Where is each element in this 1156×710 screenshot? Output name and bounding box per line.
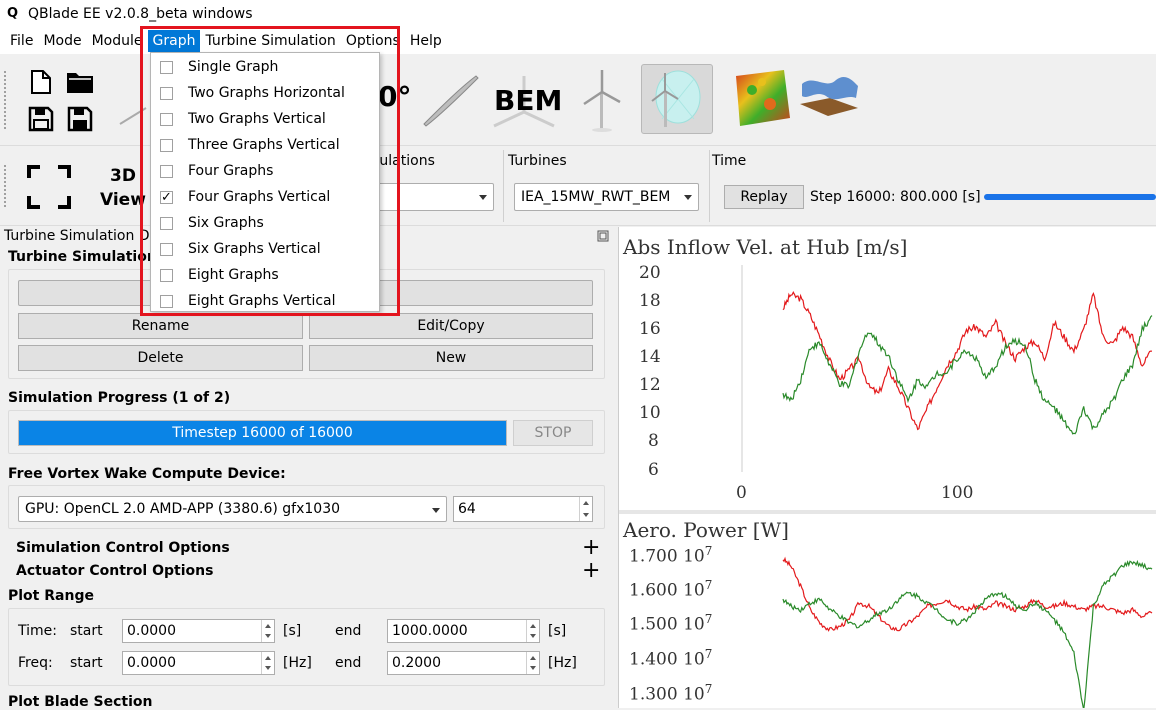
turbine-select-value: IEA_15MW_RWT_BEM [521,189,671,205]
toolbar-divider [709,150,710,222]
bem-turbine-icon[interactable]: BEM [490,72,562,132]
time-range-label: Time: [18,623,57,639]
menu-module[interactable]: Module [87,30,148,52]
time-start-label: start [70,623,103,639]
toolbar2-handle[interactable] [3,164,7,208]
turbine-select[interactable]: IEA_15MW_RWT_BEM [514,183,699,211]
freq-start-input[interactable]: 0.0000 [122,651,275,675]
menu-help[interactable]: Help [405,30,447,52]
device-count-input[interactable]: 64 [453,496,593,522]
spin-updown-icon[interactable] [526,652,539,674]
freq-end-unit: [Hz] [548,655,577,671]
progress-bar: Timestep 16000 of 16000 [18,420,507,446]
freq-end-value: 0.2000 [392,655,441,671]
device-count-value: 64 [458,501,476,517]
progress-title: Simulation Progress (1 of 2) [8,390,231,406]
rename-button[interactable]: Rename [18,313,303,339]
undock-icon[interactable] [597,230,609,242]
time-slider[interactable] [984,194,1156,200]
chart-bottom[interactable]: Aero. Power [W] 1.700 107 1.600 107 1.50… [619,514,1156,708]
step-text: Step 16000: [810,189,896,205]
series-line [782,559,1153,708]
freq-start-value: 0.0000 [127,655,176,671]
view-3d-label-line1[interactable]: 3D [110,166,136,186]
edit-copy-button[interactable]: Edit/Copy [309,313,593,339]
time-start-value: 0.0000 [127,623,176,639]
title-bar: Q QBlade EE v2.0.8_beta windows [0,0,1156,28]
expand-sim-control-icon[interactable]: + [582,535,600,560]
open-folder-icon[interactable] [66,70,94,94]
chevron-down-icon [432,508,440,513]
time-end-value: 1000.0000 [392,623,468,639]
blade-icon[interactable] [420,72,480,128]
device-select[interactable]: GPU: OpenCL 2.0 AMD-APP (3380.6) gfx1030 [18,496,447,522]
wind-field-icon[interactable] [732,68,792,128]
save-as-icon[interactable] [67,106,93,132]
sim-control-label[interactable]: Simulation Control Options [16,540,230,556]
expand-act-control-icon[interactable]: + [582,558,600,583]
graph-area: Abs Inflow Vel. at Hub [m/s] 20 18 16 14… [618,227,1156,708]
spin-updown-icon[interactable] [261,620,274,642]
spin-updown-icon[interactable] [526,620,539,642]
chart-top-plot [741,265,1153,472]
device-title: Free Vortex Wake Compute Device: [8,466,286,482]
chart-top[interactable]: Abs Inflow Vel. at Hub [m/s] 20 18 16 14… [619,227,1156,510]
device-select-value: GPU: OpenCL 2.0 AMD-APP (3380.6) gfx1030 [25,501,341,517]
time-end-label: end [335,623,362,639]
time-start-unit: [s] [283,623,302,639]
time-header: Time [712,153,747,169]
delete-button[interactable]: Delete [18,345,303,371]
freq-start-label: start [70,655,103,671]
turbines-header: Turbines [508,153,567,169]
new-file-icon[interactable] [30,70,52,94]
series-line [782,291,1153,431]
menu-mode[interactable]: Mode [38,30,86,52]
spin-updown-icon[interactable] [261,652,274,674]
menu-file[interactable]: File [5,30,38,52]
time-end-input[interactable]: 1000.0000 [387,619,540,643]
freq-range-label: Freq: [18,655,53,671]
time-value: 800.000 [s] [900,189,981,205]
bem-label: BEM [494,84,563,117]
time-end-unit: [s] [548,623,567,639]
freq-end-label: end [335,655,362,671]
act-control-label[interactable]: Actuator Control Options [16,563,213,579]
toolbar-divider [503,150,504,222]
section-title: Turbine Simulation [8,249,157,265]
highlight-box [140,26,400,316]
turbine-icon[interactable] [580,68,624,132]
fullscreen-3d-icon[interactable] [26,164,72,210]
time-start-input[interactable]: 0.0000 [122,619,275,643]
new-button[interactable]: New [309,345,593,371]
progress-text: Timestep 16000 of 16000 [172,425,353,441]
chart-bottom-plot [782,556,1153,708]
freq-end-input[interactable]: 0.2000 [387,651,540,675]
chevron-down-icon [684,195,692,200]
save-icon[interactable] [28,106,54,132]
app-logo-icon: Q [7,6,19,21]
spin-updown-icon[interactable] [579,497,592,521]
turbine-simulation-button[interactable] [641,64,713,134]
stop-button[interactable]: STOP [513,420,593,446]
replay-button[interactable]: Replay [724,185,804,209]
terrain-surface-icon[interactable] [796,70,862,126]
plot-range-title: Plot Range [8,588,94,604]
window-title: QBlade EE v2.0.8_beta windows [28,6,253,22]
chevron-down-icon [479,195,487,200]
turbine-simulation-icon [651,70,701,127]
toolbar-handle[interactable] [3,70,7,130]
freq-start-unit: [Hz] [283,655,312,671]
